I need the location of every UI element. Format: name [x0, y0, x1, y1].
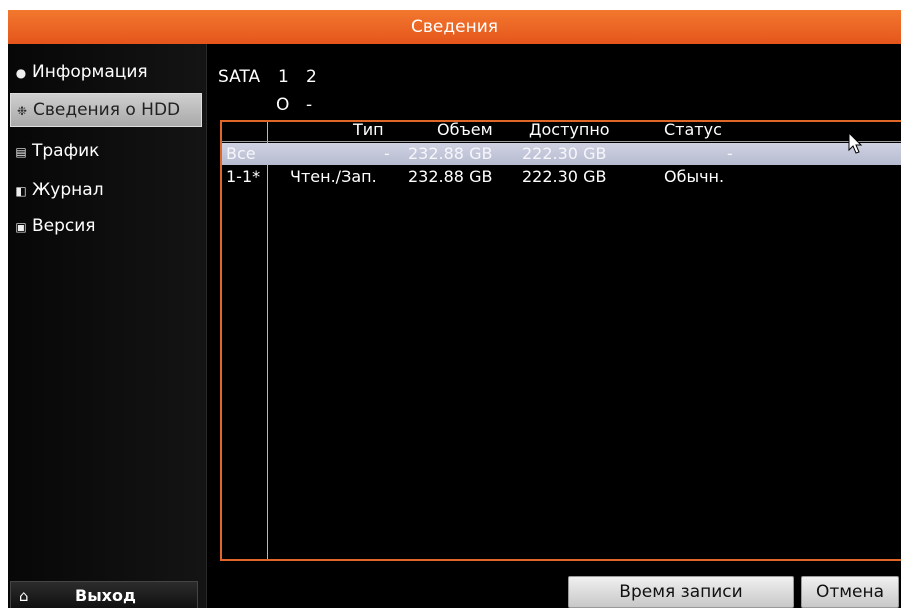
- exit-label: Выход: [75, 586, 136, 605]
- home-icon: ⌂: [19, 587, 29, 605]
- gear-icon: ❉: [16, 104, 28, 118]
- sata-port-status: -: [306, 95, 313, 115]
- row-id: 1-1*: [226, 167, 261, 186]
- header-size: Объем: [437, 120, 493, 139]
- version-icon: ▣: [15, 220, 27, 234]
- cancel-button[interactable]: Отмена: [801, 576, 899, 608]
- dvr-screen: Сведения ● Информация ❉ Сведения о HDD ▤ Тр…: [8, 10, 901, 608]
- row-free: 222.30 GB: [522, 167, 607, 186]
- table-row[interactable]: 1-1* Чтен./Зап. 232.88 GB 222.30 GB Обыч…: [222, 166, 901, 188]
- row-id: Все: [226, 144, 256, 163]
- row-size: 232.88 GB: [408, 144, 493, 163]
- sidebar-item-hdd-info[interactable]: ❉ Сведения о HDD: [10, 93, 202, 127]
- log-icon: ◧: [15, 184, 27, 198]
- row-size: 232.88 GB: [408, 167, 493, 186]
- record-time-button[interactable]: Время записи: [568, 576, 794, 608]
- sidebar-item-info[interactable]: ● Информация: [10, 56, 200, 88]
- row-status: Обычн.: [664, 167, 725, 186]
- row-type: Чтен./Зап.: [290, 167, 377, 186]
- sidebar-item-label: Информация: [32, 62, 148, 82]
- sidebar-item-traffic[interactable]: ▤ Трафик: [10, 135, 200, 167]
- sata-port: 1: [278, 67, 289, 87]
- sidebar-item-log[interactable]: ◧ Журнал: [10, 174, 200, 206]
- row-type: -: [384, 144, 390, 163]
- header-free: Доступно: [529, 120, 610, 139]
- exit-button[interactable]: ⌂ Выход: [10, 581, 198, 608]
- sidebar-item-label: Трафик: [32, 141, 100, 161]
- sidebar: ● Информация ❉ Сведения о HDD ▤ Трафик ◧ Жур…: [8, 44, 207, 608]
- window-title: Сведения: [8, 10, 901, 44]
- sidebar-item-label: Сведения о HDD: [33, 100, 181, 120]
- header-type: Тип: [353, 120, 384, 139]
- sidebar-item-label: Версия: [32, 216, 96, 236]
- sata-label: SATA: [218, 67, 261, 87]
- sidebar-item-version[interactable]: ▣ Версия: [10, 210, 200, 242]
- traffic-icon: ▤: [15, 145, 27, 159]
- header-status: Статус: [664, 120, 722, 139]
- sata-port-status: O: [276, 95, 290, 115]
- mouse-cursor-icon: [848, 132, 863, 154]
- header-divider: [222, 141, 901, 142]
- table-row[interactable]: Все - 232.88 GB 222.30 GB -: [222, 143, 901, 165]
- info-icon: ●: [15, 66, 27, 80]
- row-free: 222.30 GB: [522, 144, 607, 163]
- sata-port: 2: [306, 67, 317, 87]
- row-status: -: [727, 144, 733, 163]
- hdd-table: Тип Объем Доступно Статус Все - 232.88 G…: [220, 120, 901, 561]
- sidebar-item-label: Журнал: [32, 180, 104, 200]
